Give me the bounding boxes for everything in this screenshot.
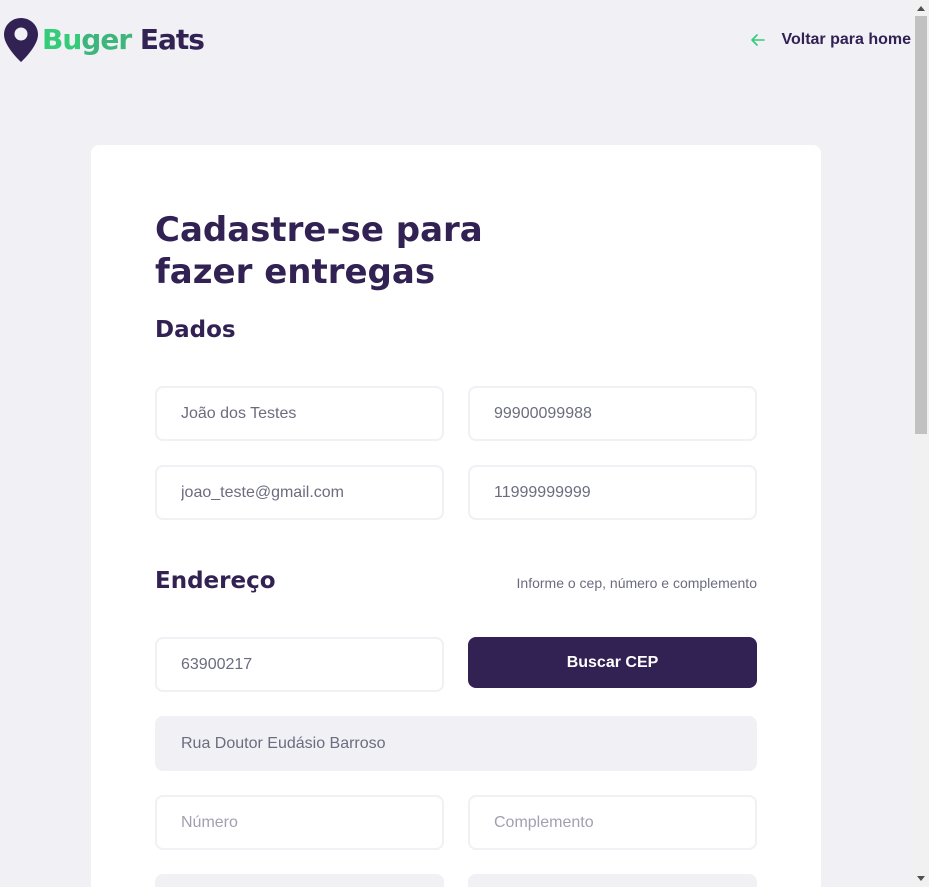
cpf-field[interactable] <box>468 386 757 441</box>
back-link-label: Voltar para home <box>781 31 911 48</box>
name-field[interactable] <box>155 386 444 441</box>
page-header: Buger Eats Voltar para home <box>0 0 913 80</box>
brand-logo[interactable]: Buger Eats <box>4 18 205 62</box>
scroll-up-arrow-icon[interactable] <box>913 0 929 16</box>
number-field[interactable] <box>155 795 444 850</box>
signup-form-card: Cadastre-se para fazer entregas Dados En… <box>91 145 821 887</box>
brand-name: Buger Eats <box>42 23 205 56</box>
section-title-endereco: Endereço <box>155 568 276 594</box>
page-title: Cadastre-se para fazer entregas <box>155 210 483 292</box>
arrow-left-icon <box>751 34 766 46</box>
back-to-home-link[interactable]: Voltar para home <box>751 31 911 49</box>
complement-field[interactable] <box>468 795 757 850</box>
map-pin-icon <box>4 18 38 62</box>
buscar-cep-button[interactable]: Buscar CEP <box>468 637 757 688</box>
endereco-hint: Informe o cep, número e complemento <box>516 575 757 591</box>
district-field <box>155 874 444 887</box>
section-title-dados: Dados <box>155 317 236 343</box>
city-field <box>468 874 757 887</box>
vertical-scrollbar[interactable] <box>913 0 929 887</box>
cep-field[interactable] <box>155 637 444 692</box>
whatsapp-field[interactable] <box>468 465 757 520</box>
email-field[interactable] <box>155 465 444 520</box>
scrollbar-thumb[interactable] <box>915 16 927 434</box>
scroll-down-arrow-icon[interactable] <box>913 871 929 887</box>
address-field <box>155 716 757 771</box>
